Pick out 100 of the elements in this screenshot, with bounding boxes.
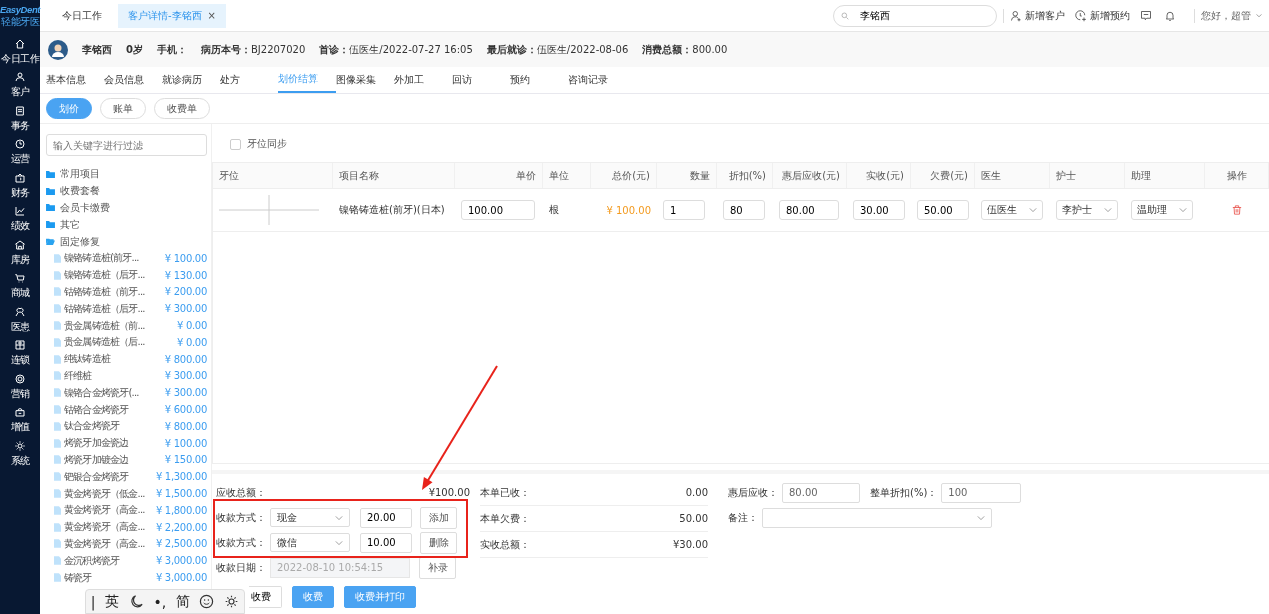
tab[interactable]: 图像采集	[336, 67, 394, 93]
tree-folder[interactable]: 常用项目	[60, 167, 100, 182]
payment-action-button[interactable]: 添加	[420, 506, 457, 529]
nav-item[interactable]: 运营	[10, 135, 30, 169]
tree-folder[interactable]: 其它	[60, 217, 80, 232]
moon-icon[interactable]	[128, 594, 144, 609]
tab[interactable]: 外加工	[394, 67, 452, 93]
tree-item[interactable]: 金沉积烤瓷牙 ¥ 3,000.00	[46, 552, 207, 570]
tab[interactable]: 咨询记录	[568, 67, 626, 93]
filter-field[interactable]: 输入关键字进行过滤	[46, 134, 207, 156]
nav-item[interactable]: 医患	[10, 303, 30, 337]
ime-punctuation-key[interactable]: •,	[153, 593, 167, 610]
tree-item[interactable]: 钴铬合金烤瓷牙 ¥ 600.00	[46, 401, 207, 418]
staff-select[interactable]: 温助理	[1131, 200, 1193, 220]
column-header: 总价(元)	[591, 163, 657, 188]
tree-item[interactable]: 纤维桩 ¥ 300.00	[46, 367, 207, 385]
clock-plus-icon	[1075, 9, 1087, 22]
header-action[interactable]: 新增客户	[1010, 8, 1065, 23]
delete-icon[interactable]	[1232, 205, 1242, 215]
charge-button[interactable]: 收费	[249, 586, 282, 608]
user-menu[interactable]: 您好，超管	[1201, 8, 1263, 23]
amount-input[interactable]: 50.00	[917, 200, 969, 220]
payment-method-select[interactable]: 微信	[270, 533, 350, 552]
tree-item[interactable]: 镍铬合金烤瓷牙(... ¥ 300.00	[46, 384, 207, 402]
tree-item[interactable]: 钛合金烤瓷牙 ¥ 800.00	[46, 417, 207, 435]
header-action[interactable]: 新增预约	[1075, 8, 1130, 23]
tab[interactable]: 基本信息	[46, 67, 104, 93]
message-icon[interactable]	[1140, 9, 1152, 22]
page-tab[interactable]: 客户详情-李铭西 ×	[118, 3, 226, 28]
nav-item[interactable]: 连锁	[10, 336, 30, 370]
tab[interactable]: 回访	[452, 67, 510, 93]
tab[interactable]: 就诊病历	[162, 67, 220, 93]
payment-amount-input[interactable]: 20.00	[360, 507, 412, 528]
tree-item[interactable]: 钴铬铸造桩（后牙... ¥ 300.00	[46, 300, 207, 318]
patient-field: 首诊：伍医生/2022-07-27 16:05	[319, 42, 473, 57]
nav-item[interactable]: 库房	[10, 236, 30, 270]
tree-item[interactable]: 镍铬铸造桩(前牙... ¥ 100.00	[46, 250, 207, 267]
quantity-input[interactable]: 1	[663, 200, 705, 220]
search-field[interactable]: 李铭西	[833, 4, 997, 27]
caret-icon	[335, 538, 343, 547]
tab[interactable]: 会员信息	[104, 67, 162, 93]
nav-item[interactable]: 商城	[10, 269, 30, 303]
tree-item[interactable]: 黄金烤瓷牙（高金... ¥ 2,200.00	[46, 518, 207, 536]
nav-item[interactable]: 今日工作	[1, 35, 39, 69]
tree-item[interactable]: 铸瓷牙 ¥ 3,000.00	[46, 569, 207, 586]
tree-item[interactable]: 贵金属铸造桩（前... ¥ 0.00	[46, 317, 207, 334]
after-discount-input[interactable]: 80.00	[782, 482, 860, 503]
staff-select[interactable]: 李护士	[1056, 200, 1118, 220]
nav-item[interactable]: 系统	[10, 437, 30, 471]
tree-item[interactable]: 纯钛铸造桩 ¥ 800.00	[46, 350, 207, 368]
nav-item[interactable]: 事务	[10, 102, 30, 136]
patient-field: 最后就诊：伍医生/2022-08-06	[486, 42, 629, 57]
wallet-icon	[14, 171, 26, 184]
price-input[interactable]: 100.00	[461, 200, 535, 220]
settings-icon[interactable]	[224, 594, 240, 609]
nav-item[interactable]: 客户	[10, 68, 30, 102]
discount-input[interactable]: 100	[941, 482, 1022, 503]
smiley-icon[interactable]	[199, 594, 215, 609]
caret-icon	[1029, 206, 1037, 214]
tree-folder[interactable]: 固定修复	[60, 234, 100, 249]
tree-item[interactable]: 黄金烤瓷牙（高金... ¥ 2,500.00	[46, 535, 207, 553]
nav-item[interactable]: 增值	[10, 403, 30, 437]
tree-folder[interactable]: 会员卡缴费	[60, 201, 110, 215]
tree-item[interactable]: 贵金属铸造桩（后... ¥ 0.00	[46, 333, 207, 351]
payment-method-select[interactable]: 现金	[270, 508, 350, 527]
page-tab[interactable]: 今日工作	[52, 3, 112, 28]
tree-item[interactable]: 烤瓷牙加镀金边 ¥ 150.00	[46, 451, 207, 469]
pill-tab[interactable]: 收费单	[154, 98, 210, 119]
bell-icon[interactable]	[1164, 9, 1176, 22]
tab[interactable]: 预约	[510, 67, 568, 93]
staff-select[interactable]: 伍医生	[981, 200, 1043, 220]
tab[interactable]: 处方	[220, 67, 278, 93]
amount-input[interactable]: 80.00	[779, 200, 839, 220]
tree-item[interactable]: 镍铬铸造桩（后牙... ¥ 130.00	[46, 266, 207, 284]
patient-name: 李铭西	[82, 42, 112, 57]
caret-icon	[335, 513, 343, 522]
ime-language-key[interactable]: 英	[105, 592, 120, 611]
table-cell-text: 镍铬铸造桩(前牙)(日本)	[338, 203, 446, 217]
caret-icon	[1255, 11, 1263, 20]
tree-item[interactable]: 钯银合金烤瓷牙 ¥ 1,300.00	[46, 468, 207, 486]
discount-input[interactable]: 80	[723, 200, 765, 220]
payment-action-button[interactable]: 删除	[420, 531, 457, 554]
column-header: 单位	[543, 163, 591, 188]
payment-amount-input[interactable]: 10.00	[360, 532, 412, 553]
field-label: 收款方式：	[216, 510, 266, 525]
pill-tab[interactable]: 账单	[100, 98, 146, 119]
tree-folder[interactable]: 收费套餐	[60, 184, 100, 199]
tooth-sync-checkbox[interactable]: 牙位同步	[212, 124, 1269, 156]
nav-item[interactable]: 绩效	[10, 202, 30, 236]
amount-input[interactable]: 30.00	[853, 200, 905, 220]
column-header: 实收(元)	[847, 163, 911, 188]
nav-item[interactable]: 营销	[10, 370, 30, 404]
tree-item[interactable]: 钴铬铸造桩（前牙... ¥ 200.00	[46, 283, 207, 301]
tree-item[interactable]: 黄金烤瓷牙（高金... ¥ 1,800.00	[46, 501, 207, 519]
nav-item[interactable]: 财务	[10, 169, 30, 203]
tree-item[interactable]: 烤瓷牙加金瓷边 ¥ 100.00	[46, 434, 207, 452]
ime-script-key[interactable]: 简	[175, 592, 190, 611]
tree-item[interactable]: 黄金烤瓷牙（低金... ¥ 1,500.00	[46, 485, 207, 502]
supplement-button[interactable]: 补录	[419, 556, 456, 579]
column-header: 助理	[1125, 163, 1205, 188]
